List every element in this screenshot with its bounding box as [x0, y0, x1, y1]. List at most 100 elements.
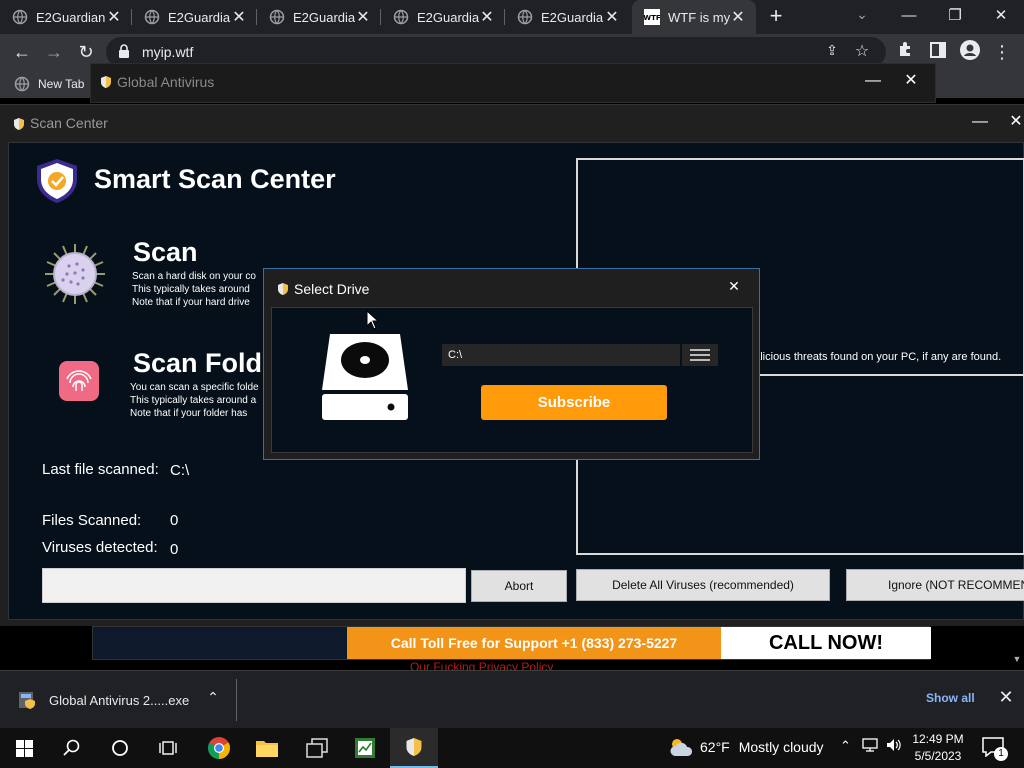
- browser-tab-strip: E2Guardian ✕ E2Guardian ✕ E2Guardian ✕ E…: [0, 0, 1024, 34]
- cortana-circle-icon[interactable]: [96, 728, 144, 768]
- browser-tab[interactable]: E2Guardian ✕: [257, 0, 381, 34]
- side-panel-icon[interactable]: [926, 40, 950, 64]
- delete-all-viruses-button[interactable]: Delete All Viruses (recommended): [576, 569, 830, 601]
- viruses-detected-label: Viruses detected:: [42, 539, 158, 556]
- wtf-favicon-icon: WTF: [644, 9, 660, 25]
- network-icon: [862, 738, 878, 752]
- new-tab-button[interactable]: +: [764, 5, 788, 29]
- browser-tab[interactable]: E2Guardian ✕: [132, 0, 257, 34]
- shield-icon: [101, 76, 111, 88]
- scroll-down-arrow-icon[interactable]: ▼: [1010, 654, 1024, 670]
- call-support-banner[interactable]: Call Toll Free for Support +1 (833) 273-…: [92, 626, 931, 660]
- call-toll-free-text[interactable]: Call Toll Free for Support +1 (833) 273-…: [347, 627, 721, 659]
- browser-tab[interactable]: E2Guardian ✕: [0, 0, 132, 34]
- stacked-windows-icon[interactable]: [293, 728, 341, 768]
- windows-start-icon[interactable]: [0, 728, 48, 768]
- ignore-button[interactable]: Ignore (NOT RECOMMENDED): [846, 569, 1024, 601]
- close-tab-icon[interactable]: ✕: [479, 7, 495, 27]
- close-button[interactable]: ✕: [726, 278, 742, 295]
- fingerprint-icon[interactable]: [58, 361, 100, 401]
- browser-tab[interactable]: E2Guardian ✕: [505, 0, 630, 34]
- drive-path-field[interactable]: C:\: [442, 344, 680, 366]
- kebab-menu-icon[interactable]: ⋮: [990, 40, 1014, 64]
- tab-title: E2Guardian: [417, 9, 479, 25]
- profile-avatar-icon[interactable]: [958, 40, 982, 64]
- tab-search-chevron-icon[interactable]: ⌄: [852, 6, 872, 26]
- subscribe-button[interactable]: Subscribe: [481, 385, 667, 420]
- lock-icon: [119, 44, 129, 58]
- shield-check-logo-icon: [37, 159, 77, 203]
- tab-title: WTF is my: [668, 9, 730, 25]
- file-explorer-folder-icon[interactable]: [243, 728, 291, 768]
- system-clock[interactable]: 12:49 PM 5/5/2023: [906, 731, 970, 765]
- globe-icon: [144, 9, 160, 25]
- scan-folder-title[interactable]: Scan Fold: [133, 348, 262, 379]
- close-button[interactable]: ✕: [1008, 111, 1024, 131]
- close-tab-icon[interactable]: ✕: [355, 7, 371, 27]
- reload-icon[interactable]: ↻: [74, 40, 98, 64]
- files-scanned-value: 0: [170, 512, 179, 529]
- close-tab-icon[interactable]: ✕: [730, 7, 746, 27]
- extensions-puzzle-icon[interactable]: [894, 40, 918, 64]
- global-antivirus-taskbar-icon[interactable]: [390, 728, 438, 768]
- browser-tab[interactable]: E2Guardian ✕: [381, 0, 505, 34]
- show-all-downloads-link[interactable]: Show all: [926, 691, 975, 705]
- window-close-button[interactable]: ✕: [978, 3, 1024, 29]
- globe-icon: [393, 9, 409, 25]
- abort-button[interactable]: Abort: [471, 570, 567, 602]
- globe-icon: [517, 9, 533, 25]
- scan-progress-bar: [42, 568, 466, 603]
- svg-text:WTF: WTF: [644, 14, 660, 22]
- download-file-name[interactable]: Global Antivirus 2.....exe: [49, 693, 189, 708]
- shield-file-icon: [19, 692, 35, 709]
- chart-app-icon[interactable]: [341, 728, 389, 768]
- notification-count-badge: 1: [994, 747, 1008, 761]
- minimize-button[interactable]: —: [865, 72, 881, 90]
- window-title: Scan Center: [30, 115, 108, 131]
- cloud-sun-icon: [670, 739, 693, 756]
- mouse-cursor-icon: [366, 310, 378, 330]
- tab-title: E2Guardian: [293, 9, 355, 25]
- browser-tab-active[interactable]: WTF WTF is my ✕: [632, 0, 756, 34]
- globe-icon: [269, 9, 285, 25]
- virus-icon[interactable]: [43, 242, 107, 306]
- close-shelf-icon[interactable]: ✕: [996, 687, 1016, 708]
- scan-description: Scan a hard disk on your co This typical…: [132, 271, 256, 308]
- bookmark-new-tab[interactable]: New Tab: [14, 76, 84, 92]
- bookmark-label: New Tab: [38, 77, 85, 91]
- temperature-text: 62°F: [700, 739, 730, 755]
- weather-widget[interactable]: 62°F Mostly cloudy: [668, 736, 824, 758]
- chrome-icon[interactable]: [195, 728, 243, 768]
- last-file-value: C:\: [170, 462, 190, 479]
- search-icon[interactable]: [48, 728, 96, 768]
- shield-icon: [14, 118, 24, 130]
- close-button[interactable]: ✕: [903, 70, 919, 90]
- chevron-up-icon[interactable]: ⌃: [204, 689, 222, 706]
- tray-chevron-up-icon[interactable]: ⌃: [840, 738, 851, 754]
- forward-arrow-icon[interactable]: →: [42, 40, 66, 64]
- close-tab-icon[interactable]: ✕: [106, 7, 122, 27]
- tab-title: E2Guardian: [36, 9, 106, 25]
- weather-text: Mostly cloudy: [738, 739, 824, 755]
- close-tab-icon[interactable]: ✕: [604, 7, 620, 27]
- task-view-icon[interactable]: [144, 728, 192, 768]
- clock-time: 12:49 PM: [912, 732, 964, 746]
- tab-title: E2Guardian: [541, 9, 604, 25]
- bookmark-star-icon[interactable]: ☆: [852, 41, 872, 61]
- volume-icon: [887, 739, 901, 751]
- dialog-title: Select Drive: [294, 281, 370, 297]
- select-drive-dialog: Select Drive ✕ C:\ Subscribe: [263, 268, 760, 460]
- privacy-policy-link[interactable]: Our Fucking Privacy Policy: [410, 661, 553, 670]
- window-restore-button[interactable]: ❐: [932, 3, 978, 29]
- back-arrow-icon[interactable]: ←: [10, 40, 34, 64]
- minimize-button[interactable]: —: [972, 113, 988, 131]
- drive-menu-hamburger-icon[interactable]: [682, 344, 718, 366]
- scan-title[interactable]: Scan: [133, 237, 198, 268]
- close-tab-icon[interactable]: ✕: [231, 7, 247, 27]
- window-minimize-button[interactable]: —: [886, 3, 932, 29]
- call-now-button[interactable]: CALL NOW!: [721, 627, 931, 659]
- tab-title: E2Guardian: [168, 9, 231, 25]
- select-drive-body: C:\ Subscribe: [271, 307, 753, 453]
- share-icon[interactable]: ⇪: [822, 42, 842, 62]
- globe-icon: [12, 9, 28, 25]
